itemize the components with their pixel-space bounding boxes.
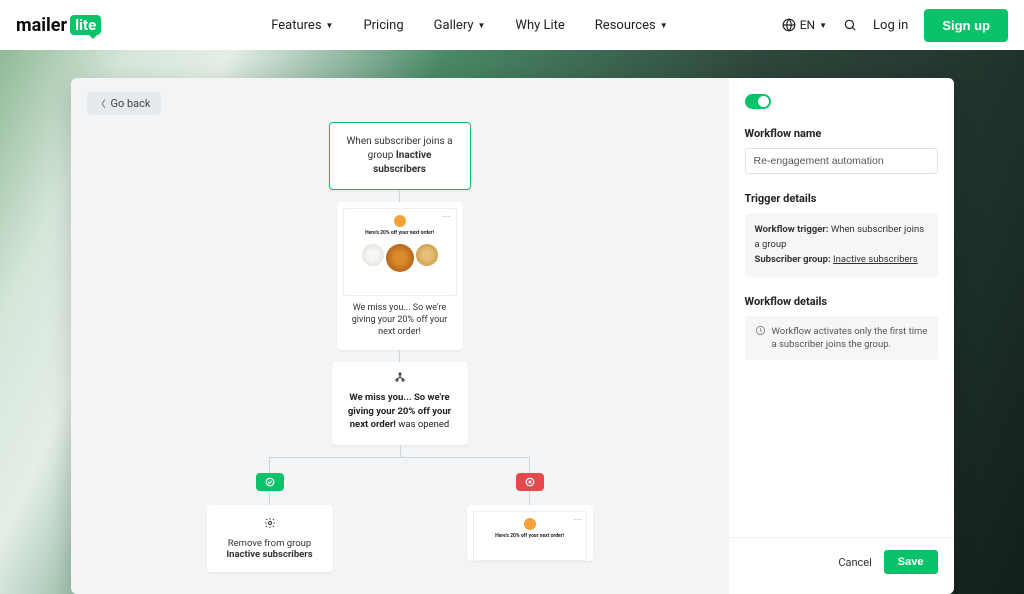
search-icon[interactable] xyxy=(843,18,857,32)
condition-icon xyxy=(342,372,458,385)
no-pill[interactable] xyxy=(516,473,544,491)
workflow-flow: When subscriber joins a group Inactive s… xyxy=(71,122,729,572)
workflow-active-toggle[interactable] xyxy=(745,94,771,109)
panel-footer: Cancel Save xyxy=(729,537,954,578)
email-node[interactable]: ⋯ Here's 20% off your next order! We mis… xyxy=(337,202,463,350)
brand-mark-icon xyxy=(524,518,536,530)
save-button[interactable]: Save xyxy=(884,550,938,574)
go-back-button[interactable]: 〈 Go back xyxy=(87,92,161,115)
nav-resources[interactable]: Resources▼ xyxy=(595,18,668,33)
branch-yes: Remove from groupInactive subscribers xyxy=(200,457,340,572)
brand-logo[interactable]: mailerlite xyxy=(16,15,101,36)
email-preview-header: Here's 20% off your next order! xyxy=(474,533,586,539)
food-image-icon xyxy=(416,244,438,266)
brand-mark-icon xyxy=(394,215,406,227)
email-preview: ⋯ Here's 20% off your next order! xyxy=(473,511,587,561)
signup-button[interactable]: Sign up xyxy=(924,9,1008,42)
connector xyxy=(270,457,530,458)
split-branches: Remove from groupInactive subscribers xyxy=(220,457,580,572)
chevron-down-icon: ▼ xyxy=(819,21,827,30)
clock-icon xyxy=(755,325,766,336)
nav-pricing[interactable]: Pricing xyxy=(363,18,403,33)
heading-trigger-details: Trigger details xyxy=(745,192,938,205)
email-node-no-branch[interactable]: ⋯ Here's 20% off your next order! xyxy=(467,505,593,561)
email-preview-header: Here's 20% off your next order! xyxy=(344,230,456,236)
workflow-canvas[interactable]: 〈 Go back When subscriber joins a group … xyxy=(71,78,729,594)
connector xyxy=(399,190,400,202)
branch-no: ⋯ Here's 20% off your next order! xyxy=(460,457,600,572)
subscriber-group-link[interactable]: Inactive subscribers xyxy=(833,254,918,265)
food-image-icon xyxy=(386,244,414,272)
nav-right: EN ▼ Log in Sign up xyxy=(782,9,1008,42)
globe-icon xyxy=(782,18,796,32)
workflow-name-input[interactable] xyxy=(745,148,938,174)
connector xyxy=(269,457,270,473)
nav-gallery[interactable]: Gallery▼ xyxy=(434,18,486,33)
condition-text: We miss you... So we're giving your 20% … xyxy=(342,391,458,431)
email-caption: We miss you... So we're giving your 20% … xyxy=(343,302,457,338)
connector xyxy=(269,491,270,505)
chevron-down-icon: ▼ xyxy=(477,21,485,30)
chevron-down-icon: ▼ xyxy=(326,21,334,30)
nav-center: Features▼ Pricing Gallery▼ Why Lite Reso… xyxy=(271,18,667,33)
action-label: Remove from groupInactive subscribers xyxy=(215,538,325,560)
workflow-info-box: Workflow activates only the first time a… xyxy=(745,316,938,361)
app-window: 〈 Go back When subscriber joins a group … xyxy=(71,78,954,594)
connector xyxy=(399,350,400,362)
connector xyxy=(529,457,530,473)
more-icon[interactable]: ⋯ xyxy=(574,515,582,524)
connector xyxy=(400,445,401,457)
heading-workflow-name: Workflow name xyxy=(745,127,938,140)
brand-text-a: mailer xyxy=(16,15,67,36)
more-icon[interactable]: ⋯ xyxy=(443,212,452,221)
condition-node[interactable]: We miss you... So we're giving your 20% … xyxy=(332,362,468,445)
chevron-down-icon: ▼ xyxy=(660,21,668,30)
settings-panel: Workflow name Trigger details Workflow t… xyxy=(729,78,954,594)
food-image-icon xyxy=(362,244,384,266)
connector xyxy=(529,491,530,505)
trigger-details-box: Workflow trigger: When subscriber joins … xyxy=(745,213,938,277)
cancel-button[interactable]: Cancel xyxy=(838,556,871,569)
top-nav: mailerlite Features▼ Pricing Gallery▼ Wh… xyxy=(0,0,1024,50)
trigger-node[interactable]: When subscriber joins a group Inactive s… xyxy=(329,122,471,190)
stage-background: 〈 Go back When subscriber joins a group … xyxy=(0,50,1024,594)
language-selector[interactable]: EN ▼ xyxy=(782,18,827,32)
nav-whylite[interactable]: Why Lite xyxy=(515,18,564,33)
brand-badge: lite xyxy=(70,15,101,35)
chevron-left-icon: 〈 xyxy=(97,97,106,110)
login-link[interactable]: Log in xyxy=(873,18,908,33)
yes-pill[interactable] xyxy=(256,473,284,491)
email-preview: ⋯ Here's 20% off your next order! xyxy=(343,208,457,296)
check-circle-icon xyxy=(265,477,275,487)
gear-icon xyxy=(215,517,325,532)
close-circle-icon xyxy=(525,477,535,487)
action-node-remove[interactable]: Remove from groupInactive subscribers xyxy=(207,505,333,572)
trigger-text: When subscriber joins a group Inactive s… xyxy=(346,136,452,175)
heading-workflow-details: Workflow details xyxy=(745,295,938,308)
nav-features[interactable]: Features▼ xyxy=(271,18,333,33)
